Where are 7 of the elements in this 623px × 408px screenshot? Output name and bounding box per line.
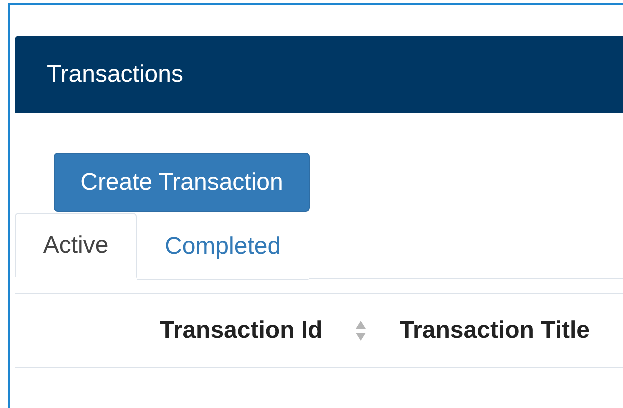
column-header[interactable]: Transaction Title bbox=[400, 316, 590, 344]
tab[interactable]: Completed bbox=[137, 213, 310, 280]
column-header[interactable]: Transaction Id bbox=[160, 316, 323, 344]
tab[interactable]: Active bbox=[15, 213, 137, 278]
create-transaction-button[interactable]: Create Transaction bbox=[54, 153, 310, 212]
panel-title: Transactions bbox=[47, 60, 184, 88]
sort-icon[interactable] bbox=[354, 320, 367, 342]
